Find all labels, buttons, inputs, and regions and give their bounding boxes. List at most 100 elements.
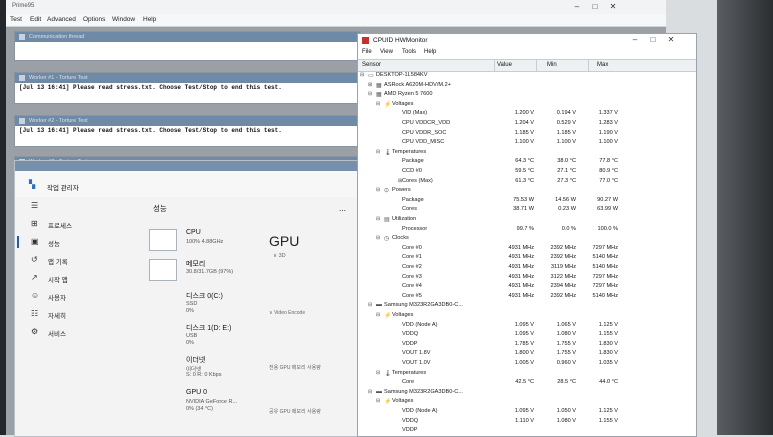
menu-edit[interactable]: Edit — [30, 16, 41, 23]
sensor-row[interactable]: Core #3 4931 MHz 3122 MHz 7297 MHz — [358, 273, 696, 283]
sensor-row[interactable]: VDDP 1.785 V 1.755 V 1.830 V — [358, 340, 696, 350]
sensor-row[interactable]: ⊞ ▦ ASRock A620M-HDV/M.2+ — [358, 81, 696, 91]
hw-menu-file[interactable]: File — [362, 49, 372, 55]
sensor-row[interactable]: ⊟ ▬ Samsung M323R2GA3DB0-C... — [358, 301, 696, 311]
sensor-row[interactable]: ⊟ ▦ AMD Ryzen 5 7600 — [358, 90, 696, 100]
sensor-row[interactable]: CPU VDDCR_VDD 1.204 V 0.529 V 1.283 V — [358, 119, 696, 129]
sensor-row[interactable]: Processor 99.7 % 0.0 % 100.0 % — [358, 225, 696, 235]
perf-item-disk0[interactable]: 디스크 0(C:) SSD 0% — [149, 291, 259, 319]
tree-expander-icon[interactable]: ⊟ — [360, 72, 364, 78]
nav-startup-apps[interactable]: ↗ 시작 앱 — [15, 269, 143, 287]
column-divider[interactable] — [588, 60, 589, 71]
sensor-label: Utilization — [392, 216, 417, 222]
nav-performance[interactable]: ▣ 성능 — [15, 233, 143, 251]
maximize-icon[interactable]: □ — [644, 35, 662, 44]
maximize-icon[interactable]: □ — [586, 2, 604, 11]
close-icon[interactable]: ✕ — [662, 35, 680, 44]
task-manager-header: ▚ 작업 관리자 — [15, 171, 360, 197]
tree-expander-icon[interactable]: ⊟ — [368, 91, 372, 97]
column-divider[interactable] — [536, 60, 537, 71]
sensor-row[interactable]: VDD (Node A) 1.095 V 1.050 V 1.125 V — [358, 407, 696, 417]
sensor-row[interactable]: ⊟ ▤ Utilization — [358, 215, 696, 225]
menu-test[interactable]: Test — [10, 16, 22, 23]
perf-item-ethernet[interactable]: 이더넷 이더넷 S: 0 R: 0 Kbps — [149, 355, 259, 383]
tree-expander-icon[interactable]: ⊟ — [376, 101, 380, 107]
tree-expander-icon[interactable]: ⊞ — [368, 82, 372, 88]
sensor-row[interactable]: Core #4 4931 MHz 2394 MHz 7297 MHz — [358, 282, 696, 292]
sensor-row[interactable]: VID (Max) 1.200 V 0.194 V 1.337 V — [358, 109, 696, 119]
nav-processes[interactable]: ⊞ 프로세스 — [15, 215, 143, 233]
close-icon[interactable]: ✕ — [604, 2, 622, 11]
sensor-label: Cores — [402, 206, 417, 213]
minimize-icon[interactable]: – — [568, 2, 586, 11]
column-divider[interactable] — [494, 60, 495, 71]
tree-expander-icon[interactable]: ⊟ — [376, 216, 380, 222]
sensor-row[interactable]: Core #0 4931 MHz 2392 MHz 7297 MHz — [358, 244, 696, 254]
sensor-row[interactable]: Core 42.5 °C 28.5 °C 44.0 °C — [358, 378, 696, 388]
col-sensor[interactable]: Sensor — [362, 62, 381, 68]
menu-options[interactable]: Options — [83, 16, 105, 23]
sensor-row[interactable]: Package 75.53 W 14.56 W 90.27 W — [358, 196, 696, 206]
gpu-video-encode-label[interactable]: ∨ Video Encode — [269, 310, 305, 316]
sensor-row[interactable]: VDDQ 1.110 V 1.080 V 1.155 V — [358, 417, 696, 427]
sensor-min: 1.755 V — [556, 340, 576, 347]
sensor-row[interactable]: CPU VDD_MISC 1.100 V 1.100 V 1.100 V — [358, 138, 696, 148]
tree-expander-icon[interactable]: ⊟ — [376, 235, 380, 241]
tree-expander-icon[interactable]: ⊟ — [376, 398, 380, 404]
sensor-row[interactable]: ⊟ 🌡 Temperatures — [358, 369, 696, 379]
worker2-window[interactable]: Worker #2 - Torture Test [Jul 13 16:41] … — [14, 115, 361, 147]
sensor-row[interactable]: VDDP — [358, 426, 696, 436]
menu-advanced[interactable]: Advanced — [47, 16, 76, 23]
hw-menu-view[interactable]: View — [380, 49, 393, 55]
hw-menu-help[interactable]: Help — [424, 49, 436, 55]
sensor-row[interactable]: ⊟ ⊙ Powers — [358, 186, 696, 196]
nav-details[interactable]: ☷ 자세히 — [15, 305, 143, 323]
gpu-3d-selector[interactable]: ∨ 3D — [273, 253, 286, 259]
sensor-row[interactable]: ⊟ ▭ DESKTOP-1L584KV — [358, 71, 696, 81]
col-min[interactable]: Min — [547, 62, 557, 68]
sensor-row[interactable]: Core #2 4931 MHz 3119 MHz 5140 MHz — [358, 263, 696, 273]
sensor-row[interactable]: ⊟ ⚡ Voltages — [358, 397, 696, 407]
menu-help[interactable]: Help — [143, 16, 156, 23]
sensor-row[interactable]: ⊟ ⚡ Voltages — [358, 311, 696, 321]
performance-title: 성능 — [153, 204, 167, 213]
col-value[interactable]: Value — [497, 62, 512, 68]
sensor-row[interactable]: CPU VDDR_SOC 1.185 V 1.185 V 1.190 V — [358, 129, 696, 139]
tree-expander-icon[interactable]: ⊟ — [376, 312, 380, 318]
tree-expander-icon[interactable]: ⊟ — [368, 389, 372, 395]
tree-expander-icon[interactable]: ⊟ — [376, 149, 380, 155]
perf-item-memory[interactable]: 메모리 30.8/31.7GB (97%) — [149, 259, 259, 287]
overflow-menu-icon[interactable]: ⋯ — [339, 207, 346, 215]
nav-services[interactable]: ⚙ 서비스 — [15, 323, 143, 341]
sensor-row[interactable]: VDDQ 1.095 V 1.080 V 1.155 V — [358, 330, 696, 340]
menu-window[interactable]: Window — [112, 16, 135, 23]
sensor-row[interactable]: ⊟ 🌡 Temperatures — [358, 148, 696, 158]
sensor-row[interactable]: VOUT 1.8V 1.800 V 1.755 V 1.830 V — [358, 349, 696, 359]
perf-item-disk1[interactable]: 디스크 1(D: E:) USB 0% — [149, 323, 259, 351]
nav-hamburger[interactable]: ☰ — [15, 197, 143, 215]
worker1-window[interactable]: Worker #1 - Torture Test [Jul 13 16:41] … — [14, 72, 361, 104]
tree-expander-icon[interactable]: ⊟ — [376, 187, 380, 193]
sensor-category-icon: 🌡 — [384, 149, 392, 156]
sensor-row[interactable]: VDD (Node A) 1.095 V 1.065 V 1.125 V — [358, 321, 696, 331]
tree-expander-icon[interactable]: ⊟ — [376, 370, 380, 376]
communication-thread-window[interactable]: Communication thread — [14, 31, 361, 61]
sensor-row[interactable]: ⊞ Cores (Max) 61.3 °C 27.3 °C 77.0 °C — [358, 177, 696, 187]
sensor-row[interactable]: Core #1 4931 MHz 2392 MHz 5140 MHz — [358, 253, 696, 263]
sensor-row[interactable]: ⊟ ⚡ Voltages — [358, 100, 696, 110]
sensor-row[interactable]: ⊟ ▬ Samsung M323R2GA3DB0-C... — [358, 388, 696, 398]
sensor-row[interactable]: CCD #0 59.5 °C 27.1 °C 80.9 °C — [358, 167, 696, 177]
col-max[interactable]: Max — [597, 62, 608, 68]
nav-users[interactable]: ☺ 사용자 — [15, 287, 143, 305]
sensor-row[interactable]: Cores 38.71 W 0.23 W 63.99 W — [358, 205, 696, 215]
minimize-icon[interactable]: – — [626, 35, 644, 44]
sensor-row[interactable]: Package 64.3 °C 38.0 °C 77.8 °C — [358, 157, 696, 167]
sensor-row[interactable]: Core #5 4931 MHz 2392 MHz 5140 MHz — [358, 292, 696, 302]
nav-app-history[interactable]: ↺ 앱 기록 — [15, 251, 143, 269]
perf-item-gpu0[interactable]: GPU 0 NVIDIA GeForce R... 0% (34 °C) — [149, 389, 259, 417]
sensor-row[interactable]: VOUT 1.0V 1.005 V 0.960 V 1.035 V — [358, 359, 696, 369]
hw-menu-tools[interactable]: Tools — [402, 49, 416, 55]
tree-expander-icon[interactable]: ⊟ — [368, 302, 372, 308]
sensor-row[interactable]: ⊟ ◷ Clocks — [358, 234, 696, 244]
perf-item-cpu[interactable]: CPU 100% 4.88GHz — [149, 229, 259, 257]
